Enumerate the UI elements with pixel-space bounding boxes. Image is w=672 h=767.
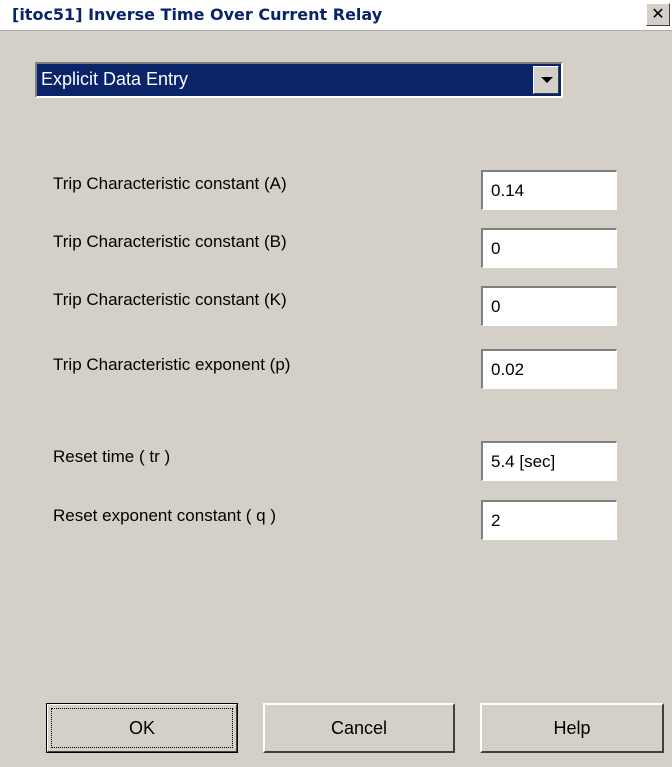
close-icon[interactable]: ✕ [646,3,670,26]
mode-dropdown[interactable]: Explicit Data Entry [35,62,563,98]
reset-time-label: Reset time ( tr ) [53,447,171,466]
title-bar[interactable]: [itoc51] Inverse Time Over Current Relay… [0,0,672,31]
const-a-label: Trip Characteristic constant (A) [53,174,287,193]
const-b-field[interactable] [481,228,617,268]
cancel-button[interactable]: Cancel [263,703,455,753]
const-a-field[interactable] [481,170,617,210]
window-title: [itoc51] Inverse Time Over Current Relay [12,5,383,24]
exponent-p-label: Trip Characteristic exponent (p) [53,355,291,374]
reset-exponent-field[interactable] [481,500,617,540]
reset-time-field[interactable] [481,441,617,481]
exponent-p-field[interactable] [481,349,617,389]
mode-dropdown-value: Explicit Data Entry [41,69,189,89]
help-button[interactable]: Help [480,703,664,753]
const-b-label: Trip Characteristic constant (B) [53,232,287,251]
chevron-down-icon[interactable] [533,66,559,94]
reset-exponent-label: Reset exponent constant ( q ) [53,506,277,525]
ok-button[interactable]: OK [46,703,238,753]
const-k-label: Trip Characteristic constant (K) [53,290,287,309]
const-k-field[interactable] [481,286,617,326]
relay-dialog: [itoc51] Inverse Time Over Current Relay… [0,0,672,767]
